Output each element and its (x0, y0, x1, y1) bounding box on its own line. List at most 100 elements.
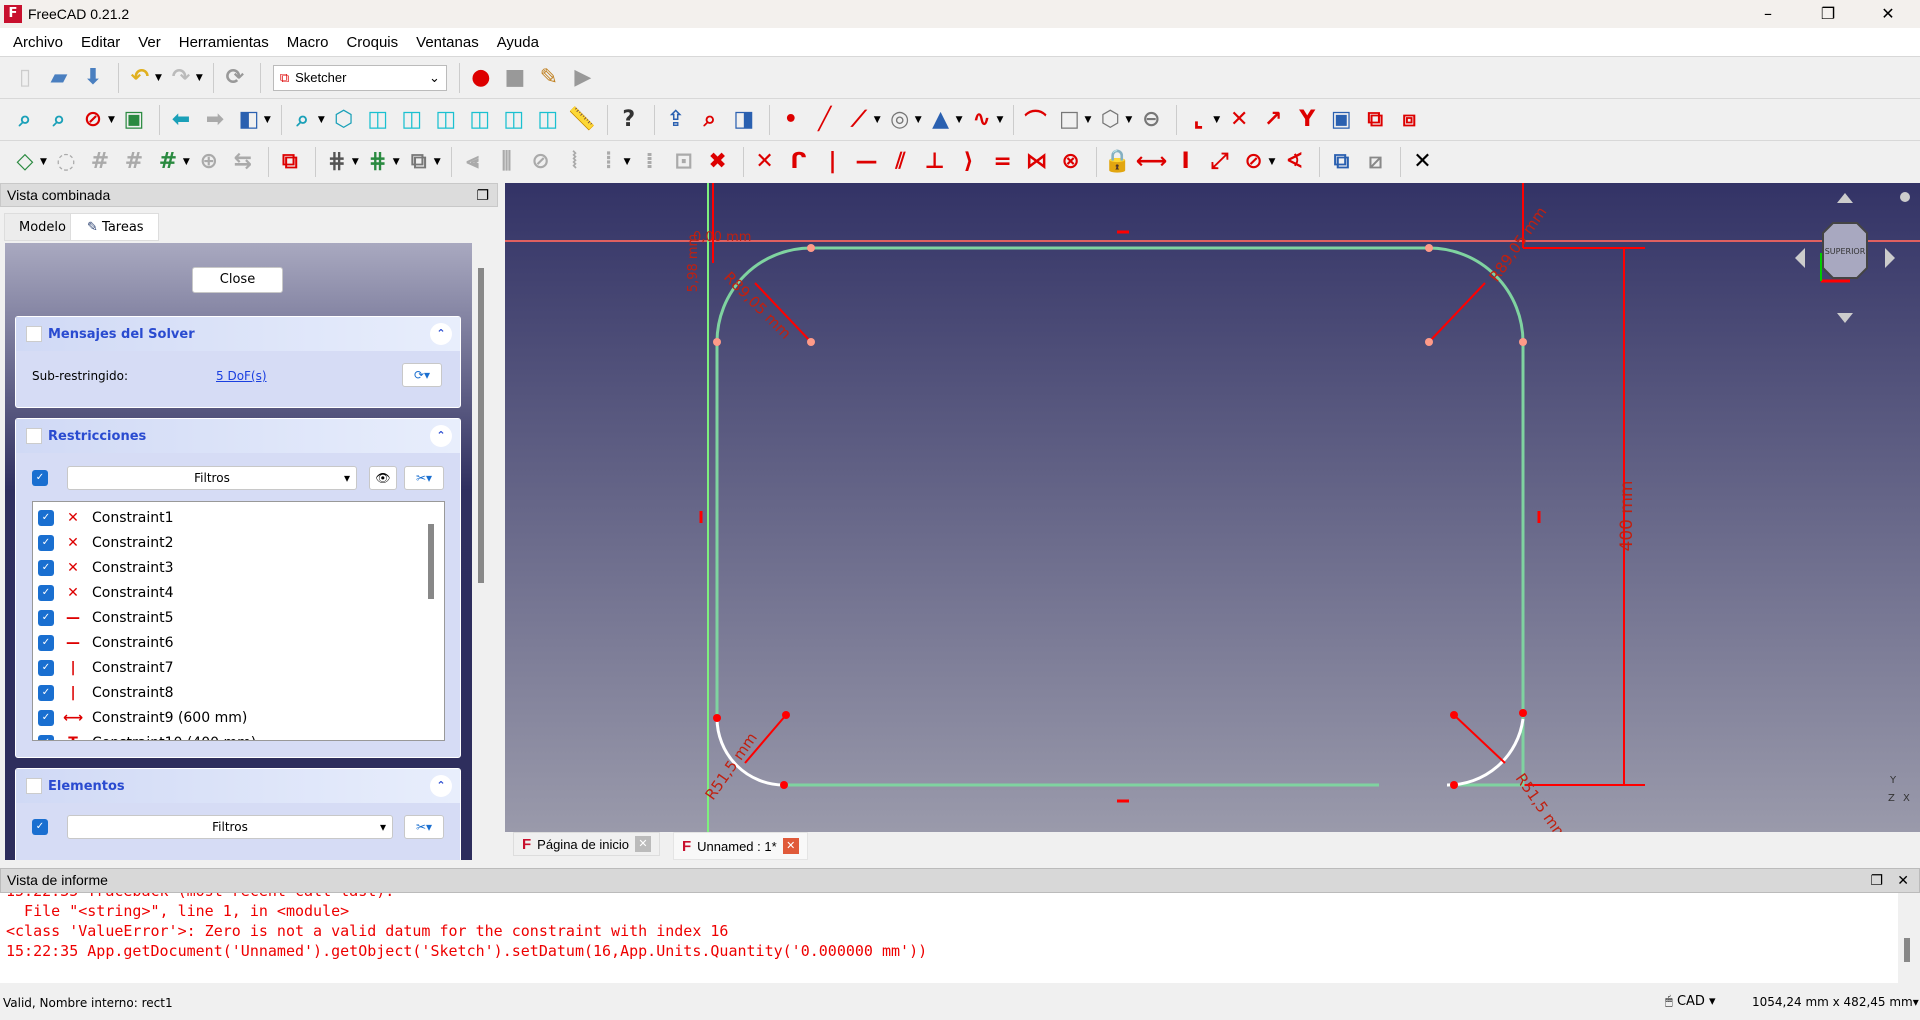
small-v-dim-label[interactable]: 5,98 mm (686, 234, 701, 292)
slot-icon[interactable]: ⊖ (1136, 104, 1166, 136)
fit-all-icon[interactable]: ⌕ (10, 104, 40, 136)
save-icon[interactable]: ⬇ (78, 62, 108, 94)
extend-icon[interactable]: ↗ (1258, 104, 1288, 136)
draw-style-icon[interactable]: ⊘ (78, 104, 108, 136)
radius-bottom-right-label[interactable]: R51,5 mm (1512, 770, 1571, 832)
forward-icon[interactable]: ➡ (200, 104, 230, 136)
polygon-icon[interactable]: ⬡ (1095, 104, 1125, 136)
left-view-icon[interactable]: ◫ (533, 104, 563, 136)
toggle-construction-icon[interactable]: ⧈ (1394, 104, 1424, 136)
dropdown-arrow-icon[interactable]: ▼ (108, 115, 115, 125)
tangent-constraint-icon[interactable]: ⟩ (954, 146, 984, 178)
constraint-checkbox[interactable]: ✓ (38, 509, 54, 526)
fit-selection-icon[interactable]: ⌕ (44, 104, 74, 136)
parallel-constraint-icon[interactable]: ⫽ (886, 146, 916, 178)
top-view-icon[interactable]: ◫ (397, 104, 427, 136)
dropdown-arrow-icon[interactable]: ▼ (915, 115, 922, 125)
scale-icon[interactable]: ⊡ (669, 146, 699, 178)
isometric-view-icon[interactable]: ⬡ (329, 104, 359, 136)
horizontal-constraint-icon[interactable]: — (852, 146, 882, 178)
constraint-checkbox[interactable]: ✓ (38, 559, 54, 576)
front-view-icon[interactable]: ◫ (363, 104, 393, 136)
dropdown-arrow-icon[interactable]: ▼ (352, 157, 359, 167)
constraint-checkbox[interactable]: ✓ (38, 709, 54, 726)
dropdown-arrow-icon[interactable]: ▼ (1084, 115, 1091, 125)
close-tab-icon[interactable]: ✕ (782, 838, 799, 854)
constraint-checkbox[interactable]: ✓ (38, 634, 54, 651)
dof-link[interactable]: 5 DoF(s) (216, 369, 267, 383)
dropdown-arrow-icon[interactable]: ▼ (40, 157, 47, 167)
grid-icon[interactable]: ⋕ (322, 146, 352, 178)
leave-sketch-icon[interactable]: ⇪ (661, 104, 691, 136)
report-scrollbar[interactable] (1904, 938, 1910, 962)
zoom-icon[interactable]: ⌕ (288, 104, 318, 136)
bspline-icon[interactable]: ∿ (967, 104, 997, 136)
point-icon[interactable]: • (776, 104, 806, 136)
snap-icon[interactable]: ⋕ (363, 146, 393, 178)
measure-icon[interactable]: 📏 (567, 104, 597, 136)
menu-herramientas[interactable]: Herramientas (170, 34, 278, 51)
new-file-icon[interactable]: ▯ (10, 62, 40, 94)
constraints-filter-dropdown[interactable]: Filtros ▾ (67, 466, 357, 490)
constraint-row[interactable]: ✓ — Constraint5 (33, 605, 444, 630)
macro-stop-icon[interactable]: ■ (500, 62, 530, 94)
rear-view-icon[interactable]: ◫ (465, 104, 495, 136)
bottom-view-icon[interactable]: ◫ (499, 104, 529, 136)
dropdown-arrow-icon[interactable]: ▼ (1213, 115, 1220, 125)
radius-top-left-label[interactable]: R89,05 mm (720, 268, 795, 343)
refresh-icon[interactable]: ⟳ (220, 62, 250, 94)
dropdown-arrow-icon[interactable]: ▼ (318, 115, 325, 125)
maximize-button[interactable]: ❐ (1800, 0, 1856, 28)
block-constraint-icon[interactable]: ⊗ (1056, 146, 1086, 178)
point-on-object-constraint-icon[interactable]: ᒋ (784, 146, 814, 178)
symmetry-icon[interactable]: ⫷ (458, 146, 488, 178)
sketch-validate-icon[interactable]: ◇ (10, 146, 40, 178)
select-elements-icon[interactable]: # (153, 146, 183, 178)
symmetric-constraint-icon[interactable]: ⋈ (1022, 146, 1052, 178)
dropdown-arrow-icon[interactable]: ▼ (393, 157, 400, 167)
menu-ayuda[interactable]: Ayuda (488, 34, 548, 51)
constraint-row[interactable]: ✓ | Constraint7 (33, 655, 444, 680)
move-icon[interactable]: ⦚ (560, 146, 590, 178)
horizontal-distance-icon[interactable]: ⟷ (1136, 146, 1168, 178)
constraint-row[interactable]: ✓ | Constraint8 (33, 680, 444, 705)
lock-constraint-icon[interactable]: 🔒 (1103, 146, 1133, 178)
menu-ventanas[interactable]: Ventanas (407, 34, 488, 51)
radius-constraint-icon[interactable]: ⊘ (1239, 146, 1269, 178)
elements-settings-button[interactable]: ✂▾ (404, 815, 444, 839)
dropdown-arrow-icon[interactable]: ▼ (997, 115, 1004, 125)
external-geometry-icon[interactable]: ▣ (1326, 104, 1356, 136)
fillet-icon[interactable]: ⌞ (1183, 104, 1213, 136)
dropdown-arrow-icon[interactable]: ▼ (874, 115, 881, 125)
macro-record-icon[interactable]: ● (466, 62, 496, 94)
task-panel-scrollbar[interactable] (478, 268, 484, 583)
vertical-constraint-icon[interactable]: | (818, 146, 848, 178)
redo-icon[interactable]: ↷ (166, 62, 196, 94)
menu-macro[interactable]: Macro (278, 34, 338, 51)
minimize-button[interactable]: – (1740, 0, 1796, 28)
right-view-icon[interactable]: ◫ (431, 104, 461, 136)
macro-run-icon[interactable]: ▶ (568, 62, 598, 94)
tab-unnamed[interactable]: F Unnamed : 1* ✕ (673, 832, 808, 860)
dropdown-arrow-icon[interactable]: ▼ (624, 157, 631, 167)
close-sketch-icon[interactable]: ✕ (1407, 146, 1437, 178)
select-origin-icon[interactable]: # (85, 146, 115, 178)
carbon-copy-icon[interactable]: ⧉ (1360, 104, 1390, 136)
sketch-profile[interactable] (715, 246, 1525, 787)
close-button[interactable]: Close (192, 267, 283, 293)
dimension-readout[interactable]: 1054,24 mm x 482,45 mm▾ (1752, 995, 1919, 1009)
dropdown-arrow-icon[interactable]: ▼ (434, 157, 441, 167)
constraint-row[interactable]: ✓ ✕ Constraint4 (33, 580, 444, 605)
rotate-polar-icon[interactable]: ⊘ (526, 146, 556, 178)
rectangle-icon[interactable]: □ (1054, 104, 1084, 136)
view-sketch-icon[interactable]: ⌕ (695, 104, 725, 136)
3d-viewport[interactable]: 400 mm R89,05 mm R89,05 mm R51,5 mm R51,… (505, 183, 1920, 832)
dropdown-arrow-icon[interactable]: ▼ (155, 73, 162, 83)
constraint-checkbox[interactable]: ✓ (38, 609, 54, 626)
select-constraints-icon[interactable]: ◌ (51, 146, 81, 178)
conic-icon[interactable]: ▲ (926, 104, 956, 136)
dim-400-label[interactable]: 400 mm (1617, 481, 1637, 552)
constraint-checkbox[interactable]: ✓ (38, 584, 54, 601)
constraint-row[interactable]: ✓ — Constraint6 (33, 630, 444, 655)
navigation-style-dropdown[interactable]: 🖱 CAD ▾ (1665, 994, 1716, 1009)
